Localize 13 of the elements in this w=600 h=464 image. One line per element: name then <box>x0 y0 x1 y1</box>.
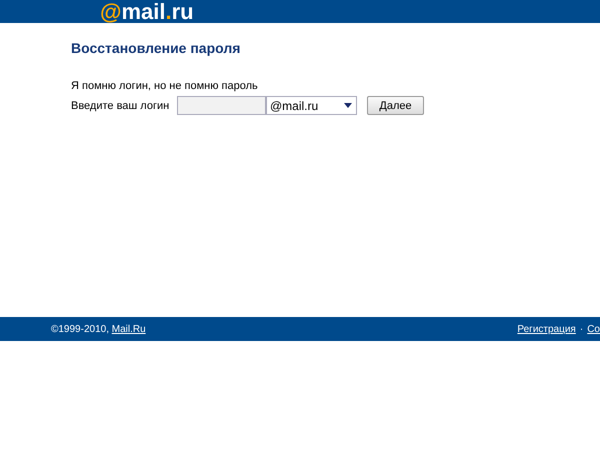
mailru-link[interactable]: Mail.Ru <box>112 324 146 334</box>
next-button[interactable]: Далее <box>367 96 424 115</box>
mail-logo[interactable]: @mail.ru <box>100 0 194 23</box>
page-title: Восстановление пароля <box>71 39 242 57</box>
footer-link[interactable]: Со <box>587 324 600 334</box>
separator-dot: · <box>578 324 584 334</box>
domain-select[interactable]: @mail.ru <box>266 96 357 115</box>
login-input[interactable] <box>177 96 266 115</box>
footer-link[interactable]: Регистрация <box>517 324 576 334</box>
login-label: Введите ваш логин <box>71 100 170 112</box>
dropdown-arrow-icon <box>344 103 352 108</box>
copyright-text: ©1999-2010, <box>51 324 110 334</box>
option-text: Я помню логин, но не помню пароль <box>71 79 259 93</box>
